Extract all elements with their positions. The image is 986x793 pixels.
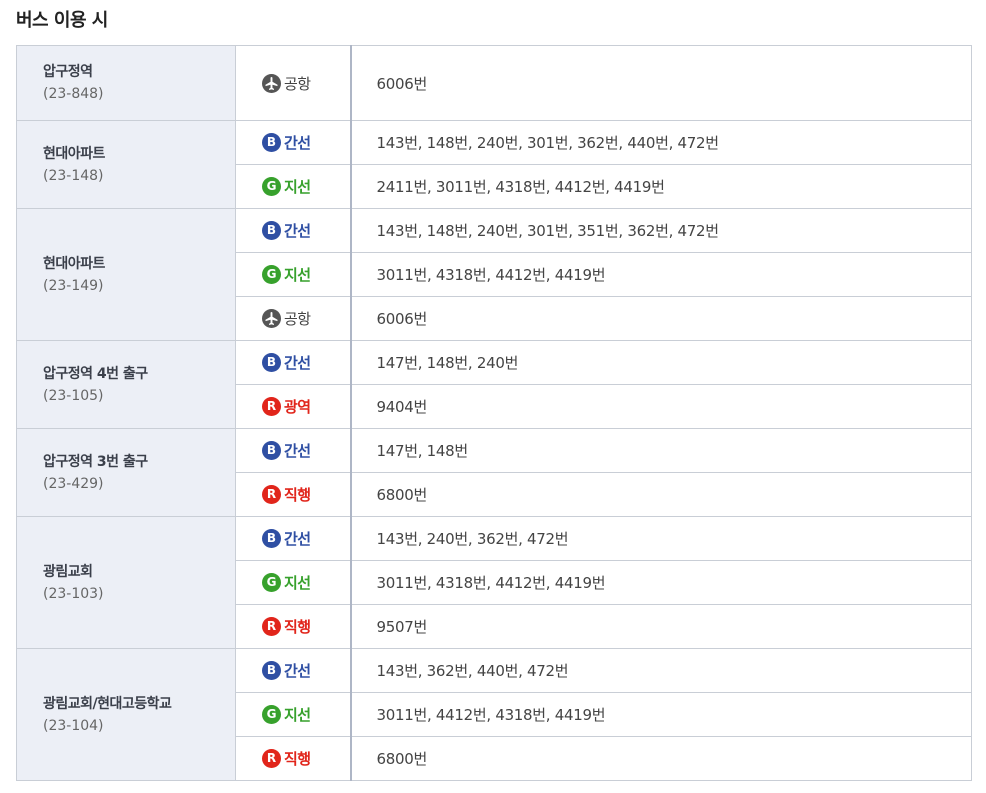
bus-stop-id: (23-429)	[43, 475, 104, 492]
airplane-icon	[262, 309, 281, 328]
bus-type-label: 지선	[284, 178, 311, 196]
bus-stop-id: (23-149)	[43, 277, 104, 294]
bus-route-numbers: 9507번	[350, 604, 972, 649]
bus-stop-cell: 압구정역 4번 출구 (23-105)	[16, 340, 236, 429]
blue-bus-icon: B	[262, 133, 281, 152]
bus-stop-id: (23-148)	[43, 167, 104, 184]
bus-route-numbers: 3011번, 4318번, 4412번, 4419번	[350, 560, 972, 605]
table-row: 압구정역 (23-848) 공항 6006번	[16, 45, 972, 121]
bus-type-label: 간선	[284, 134, 311, 152]
bus-type-label: 간선	[284, 354, 311, 372]
table-row: 현대아파트 (23-148) B 간선 143번, 148번, 240번, 301번, …	[16, 120, 972, 209]
bus-stop-cell: 현대아파트 (23-149)	[16, 208, 236, 341]
bus-route-numbers: 147번, 148번	[350, 428, 972, 473]
bus-route-numbers: 6800번	[350, 472, 972, 517]
table-row: 압구정역 4번 출구 (23-105) B 간선 147번, 148번, 240번	[16, 340, 972, 429]
bus-stop-id: (23-103)	[43, 585, 104, 602]
bus-type-cell: G 지선	[235, 164, 352, 209]
red-bus-icon: R	[262, 485, 281, 504]
bus-type-label: 간선	[284, 530, 311, 548]
bus-type-cell: B 간선	[235, 428, 352, 473]
blue-bus-icon: B	[262, 661, 281, 680]
bus-type-cell: G 지선	[235, 560, 352, 605]
bus-stop-name: 압구정역	[43, 64, 93, 80]
bus-type-label: 공항	[284, 310, 311, 328]
bus-stop-name: 현대아파트	[43, 255, 105, 272]
bus-type-cell: G 지선	[235, 252, 352, 297]
bus-stop-id: (23-848)	[43, 86, 104, 102]
red-bus-icon: R	[262, 397, 281, 416]
bus-type-cell: B 간선	[235, 208, 352, 253]
bus-type-cell: B 간선	[235, 516, 352, 561]
bus-route-numbers: 143번, 148번, 240번, 301번, 362번, 440번, 472번	[350, 120, 972, 165]
bus-route-numbers: 143번, 240번, 362번, 472번	[350, 516, 972, 561]
bus-route-numbers: 3011번, 4412번, 4318번, 4419번	[350, 692, 972, 737]
airplane-icon	[262, 73, 281, 93]
bus-type-cell: B 간선	[235, 340, 352, 385]
bus-type-label: 공항	[284, 74, 311, 93]
green-bus-icon: G	[262, 265, 281, 284]
blue-bus-icon: B	[262, 353, 281, 372]
bus-stop-cell: 압구정역 (23-848)	[16, 45, 236, 121]
bus-stop-name: 현대아파트	[43, 145, 105, 162]
bus-type-label: 직행	[284, 618, 311, 636]
red-bus-icon: R	[262, 749, 281, 768]
bus-route-numbers: 3011번, 4318번, 4412번, 4419번	[350, 252, 972, 297]
bus-type-cell: R 직행	[235, 736, 352, 781]
bus-type-cell: 공항	[235, 45, 352, 121]
bus-type-label: 지선	[284, 266, 311, 284]
bus-stop-cell: 압구정역 3번 출구 (23-429)	[16, 428, 236, 517]
bus-type-cell: B 간선	[235, 120, 352, 165]
bus-type-cell: B 간선	[235, 648, 352, 693]
blue-bus-icon: B	[262, 221, 281, 240]
bus-type-label: 직행	[284, 750, 311, 768]
table-row: 광림교회/현대고등학교 (23-104) B 간선 143번, 362번, 440번, …	[16, 648, 972, 781]
blue-bus-icon: B	[262, 441, 281, 460]
section-title: 버스 이용 시	[16, 10, 108, 31]
bus-route-numbers: 143번, 148번, 240번, 301번, 351번, 362번, 472번	[350, 208, 972, 253]
bus-stop-cell: 광림교회 (23-103)	[16, 516, 236, 649]
bus-route-numbers: 6800번	[350, 736, 972, 781]
bus-stop-name: 압구정역 3번 출구	[43, 453, 148, 470]
bus-type-label: 직행	[284, 486, 311, 504]
bus-stop-cell: 광림교회/현대고등학교 (23-104)	[16, 648, 236, 781]
bus-route-numbers: 9404번	[350, 384, 972, 429]
table-row: 압구정역 3번 출구 (23-429) B 간선 147번, 148번	[16, 428, 972, 517]
bus-route-numbers: 147번, 148번, 240번	[350, 340, 972, 385]
bus-routes-table: 압구정역 (23-848) 공항 6006번 현대아파트 (23-148) B 간선 143번,…	[16, 45, 972, 781]
green-bus-icon: G	[262, 705, 281, 724]
bus-type-cell: G 지선	[235, 692, 352, 737]
bus-route-numbers: 2411번, 3011번, 4318번, 4412번, 4419번	[350, 164, 972, 209]
table-row: 광림교회 (23-103) B 간선 143번, 240번, 362번, 472번	[16, 516, 972, 649]
bus-type-label: 지선	[284, 574, 311, 592]
bus-type-label: 지선	[284, 706, 311, 724]
bus-type-label: 광역	[284, 398, 311, 416]
bus-type-label: 간선	[284, 662, 311, 680]
bus-route-numbers: 6006번	[350, 296, 972, 341]
bus-routes-table-body: 압구정역 (23-848) 공항 6006번 현대아파트 (23-148) B 간선 143번,…	[16, 45, 972, 781]
bus-type-cell: R 직행	[235, 472, 352, 517]
bus-stop-id: (23-104)	[43, 717, 104, 734]
blue-bus-icon: B	[262, 529, 281, 548]
bus-stop-id: (23-105)	[43, 387, 104, 404]
bus-type-cell: R 직행	[235, 604, 352, 649]
bus-stop-name: 광림교회/현대고등학교	[43, 695, 172, 712]
green-bus-icon: G	[262, 177, 281, 196]
bus-type-label: 간선	[284, 222, 311, 240]
bus-type-label: 간선	[284, 442, 311, 460]
bus-route-numbers: 6006번	[350, 45, 972, 121]
green-bus-icon: G	[262, 573, 281, 592]
bus-stop-name: 압구정역 4번 출구	[43, 365, 148, 382]
bus-type-cell: R 광역	[235, 384, 352, 429]
bus-stop-name: 광림교회	[43, 563, 93, 580]
bus-route-numbers: 143번, 362번, 440번, 472번	[350, 648, 972, 693]
bus-stop-cell: 현대아파트 (23-148)	[16, 120, 236, 209]
table-row: 현대아파트 (23-149) B 간선 143번, 148번, 240번, 301번, …	[16, 208, 972, 341]
bus-type-cell: 공항	[235, 296, 352, 341]
red-bus-icon: R	[262, 617, 281, 636]
